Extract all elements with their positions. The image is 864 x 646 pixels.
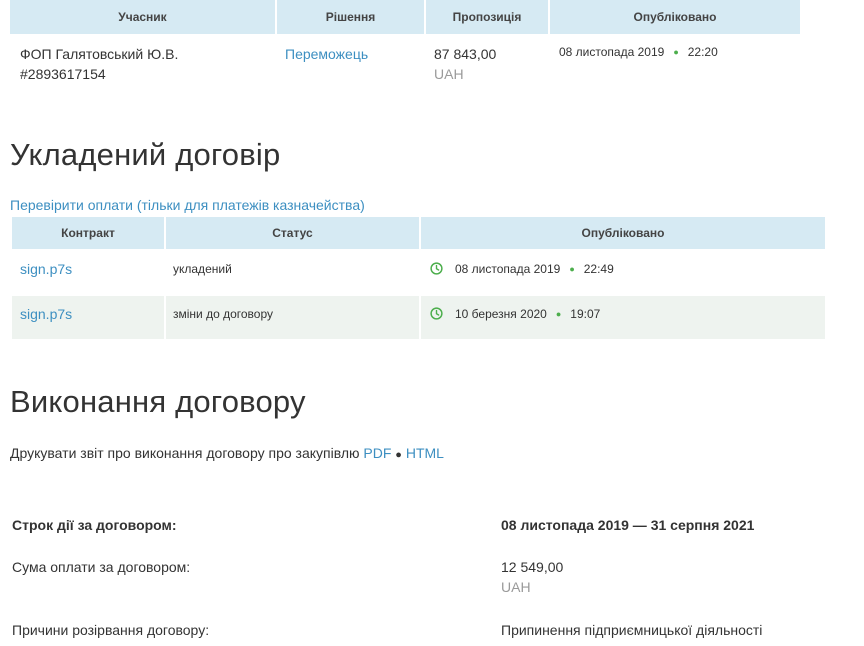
contract-date: 10 березня 2020 [455,307,547,321]
bids-header-offer: Пропозиція [426,0,548,34]
bid-participant-id: #2893617154 [20,66,106,82]
term-label: Строк дії за договором: [12,517,177,533]
separator-dot: ● [569,264,575,274]
separator-dot: ● [555,309,562,319]
pdf-link[interactable]: PDF [363,445,391,461]
bid-amount: 87 843,00 [434,46,497,62]
link-separator: ● [395,449,402,461]
execution-section-title: Виконання договору [10,384,306,419]
clock-icon [430,262,443,275]
contract-date: 08 листопада 2019 [455,262,561,276]
bid-participant-name: ФОП Галятовський Ю.В. [20,46,179,62]
termination-label: Причини розірвання договору: [12,622,210,638]
termination-value: Припинення підприємницької діяльності [501,622,763,638]
term-value: 08 листопада 2019 — 31 серпня 2021 [501,517,755,533]
contract-file-link[interactable]: sign.p7s [20,261,72,277]
separator-dot: ● [673,47,679,57]
payment-currency: UAH [501,579,531,595]
bid-date: 08 листопада 2019 [559,45,665,59]
contract-header-published: Опубліковано [421,217,825,249]
bid-time: 22:20 [687,45,718,59]
bids-header-published: Опубліковано [550,0,800,34]
bid-currency: UAH [434,66,464,82]
bid-decision-link[interactable]: Переможець [285,46,368,62]
bid-published: 08 листопада 2019 ● 22:20 [559,45,718,59]
clock-icon [430,307,443,320]
bids-header-decision: Рішення [277,0,424,34]
contract-time: 22:49 [583,262,614,276]
bids-header-participant: Учасник [10,0,275,34]
print-report-line: Друкувати звіт про виконання договору пр… [10,445,444,461]
html-link[interactable]: HTML [406,445,444,461]
contract-section-title: Укладений договір [10,137,281,172]
contract-status: зміни до договору [173,307,274,321]
contract-header-status: Статус [166,217,419,249]
contract-header-contract: Контракт [12,217,164,249]
contract-time: 19:07 [570,307,601,321]
payment-value: 12 549,00 [501,559,564,575]
contract-published: 10 березня 2020 ● 19:07 [455,307,600,321]
payment-label: Сума оплати за договором: [12,559,191,575]
print-report-text: Друкувати звіт про виконання договору пр… [10,445,360,461]
contract-published: 08 листопада 2019 ● 22:49 [455,262,614,276]
check-payments-link[interactable]: Перевірити оплати (тільки для платежів к… [10,197,365,213]
contract-status: укладений [173,262,232,276]
contract-file-link[interactable]: sign.p7s [20,306,72,322]
